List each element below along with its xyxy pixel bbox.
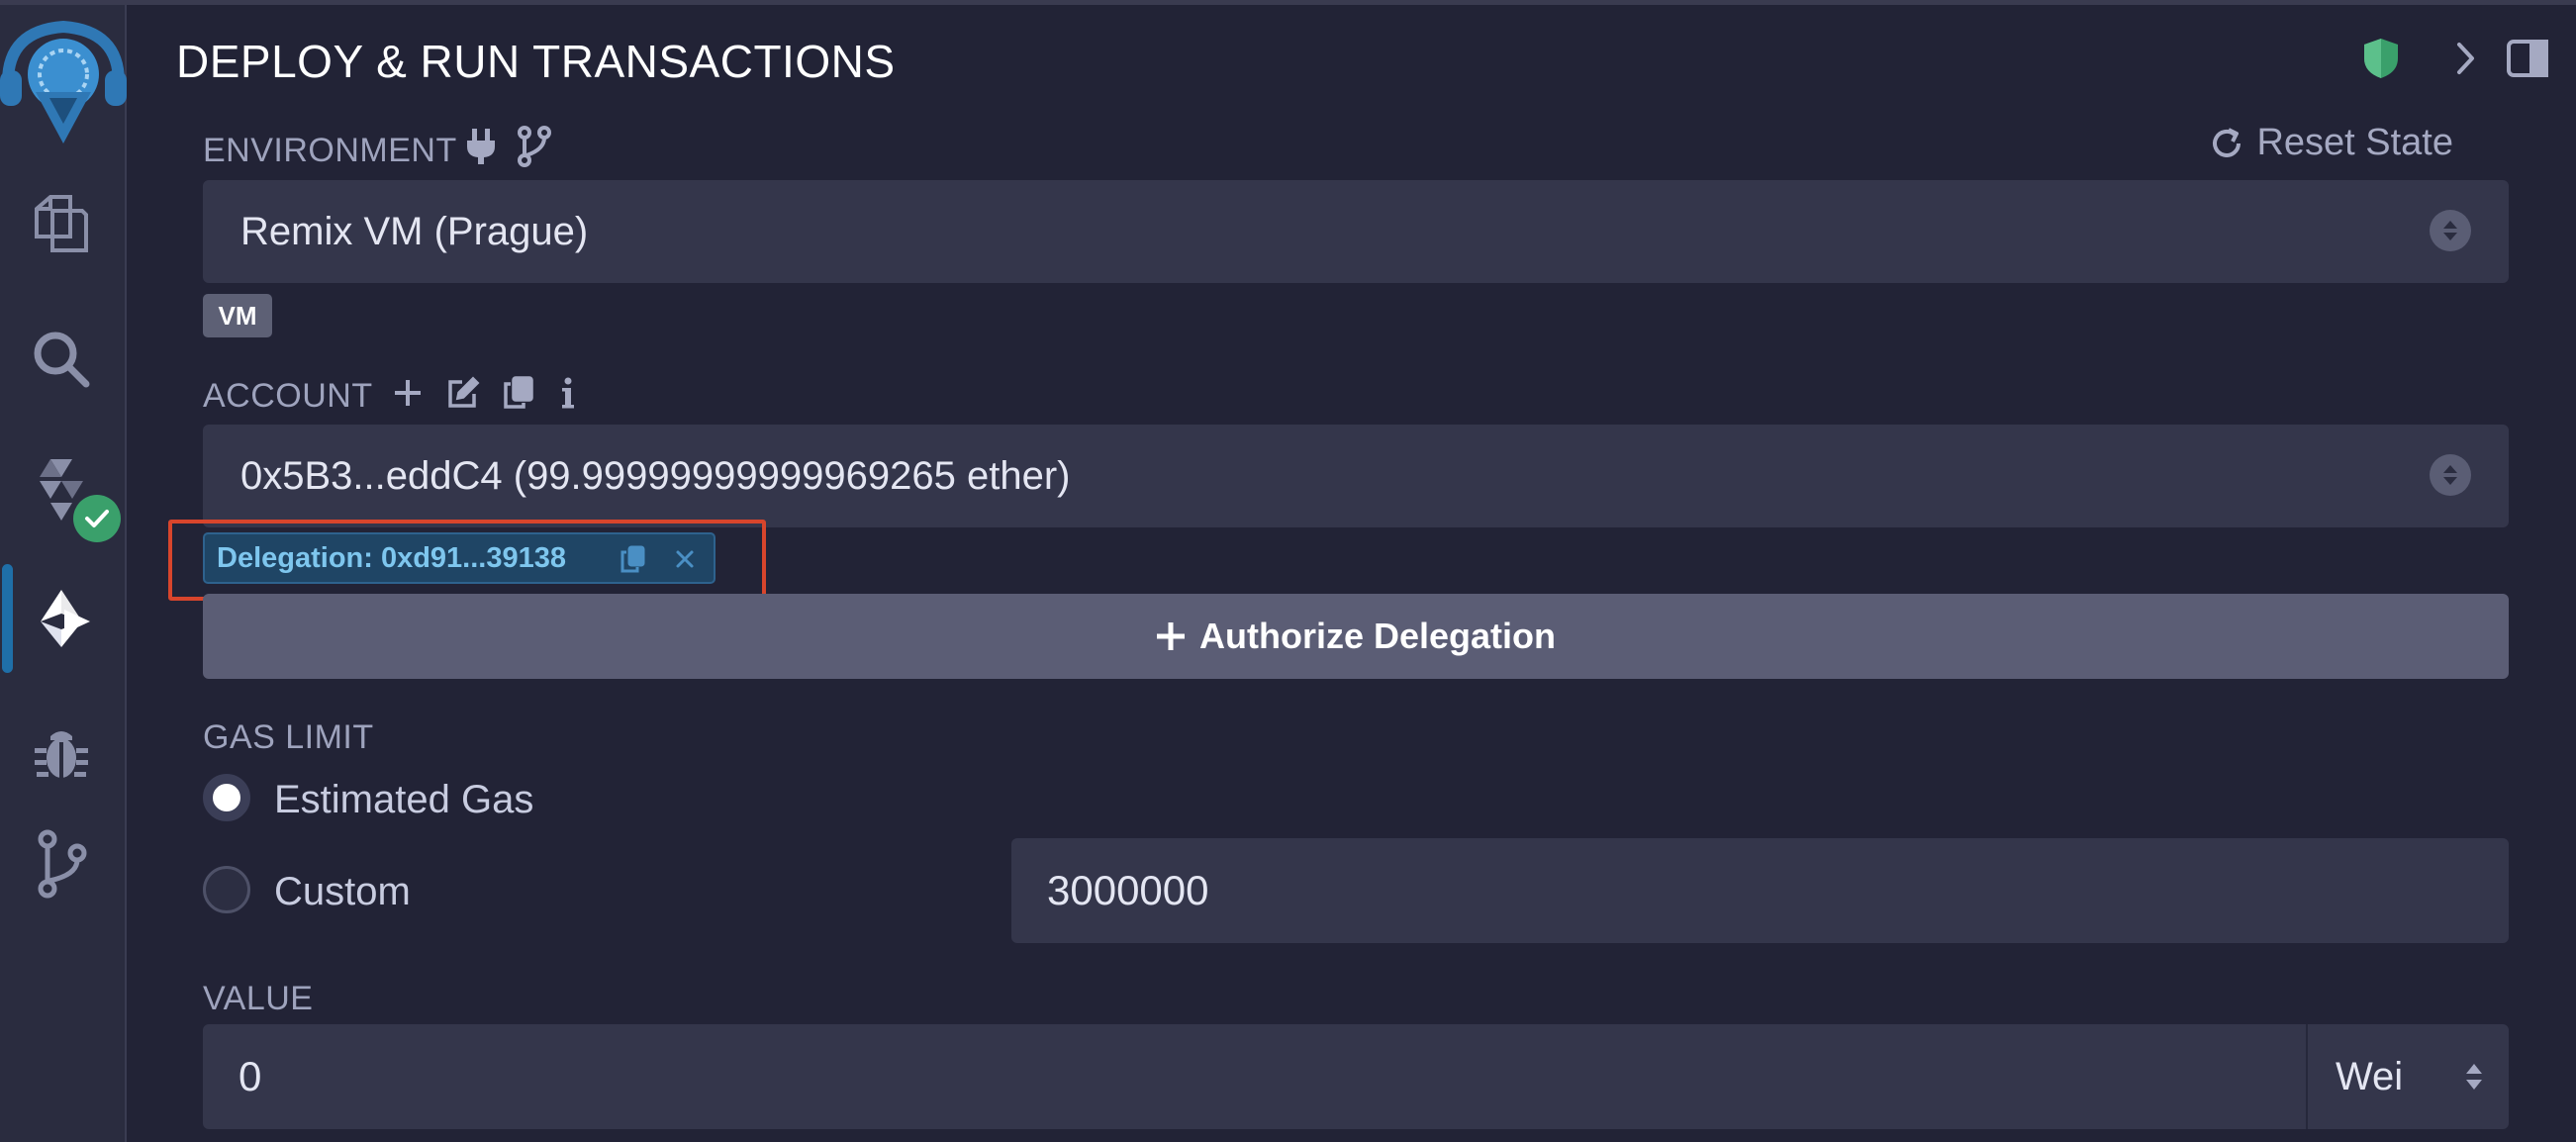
value-label: VALUE	[203, 980, 314, 1017]
shield-check-icon[interactable]	[2357, 35, 2405, 82]
active-plugin-indicator	[2, 564, 13, 673]
file-explorer-icon[interactable]	[24, 186, 99, 261]
select-arrows-icon	[2430, 454, 2471, 496]
debugger-icon[interactable]	[24, 715, 99, 791]
chevron-right-icon[interactable]	[2441, 35, 2489, 82]
reset-icon	[2213, 127, 2242, 157]
value-amount: 0	[239, 1053, 262, 1099]
select-arrows-icon	[2430, 210, 2471, 251]
fork-icon[interactable]	[513, 125, 556, 168]
remix-logo-icon[interactable]	[0, 13, 127, 151]
toggle-panel-icon[interactable]	[2504, 35, 2551, 82]
git-icon[interactable]	[24, 826, 99, 902]
gas-limit-label: GAS LIMIT	[203, 718, 374, 756]
custom-gas-value: 3000000	[1047, 867, 1209, 913]
reset-state-button[interactable]: Reset State	[2209, 122, 2453, 164]
delegation-badge: Delegation: 0xd91...39138	[203, 532, 716, 584]
account-label: ACCOUNT	[203, 377, 373, 415]
add-account-icon[interactable]	[386, 371, 429, 415]
search-icon[interactable]	[24, 322, 99, 397]
vm-badge: VM	[203, 294, 272, 337]
authorize-delegation-label: Authorize Delegation	[1198, 616, 1557, 656]
info-icon[interactable]	[546, 371, 590, 415]
environment-label: ENVIRONMENT	[203, 132, 457, 169]
authorize-delegation-button[interactable]: Authorize Delegation	[203, 594, 2509, 679]
custom-gas-label[interactable]: Custom	[274, 870, 411, 914]
environment-select[interactable]: Remix VM (Prague)	[203, 180, 2509, 283]
environment-value: Remix VM (Prague)	[240, 209, 589, 253]
plug-icon[interactable]	[459, 125, 503, 168]
compile-success-badge	[73, 495, 121, 542]
account-select[interactable]: 0x5B3...eddC4 (99.99999999999969265 ethe…	[203, 425, 2509, 527]
deploy-run-icon[interactable]	[24, 581, 99, 656]
remove-delegation-icon[interactable]	[670, 544, 700, 574]
deploy-run-panel: DEPLOY & RUN TRANSACTIONS ENVIRONMENT Re…	[129, 5, 2576, 1142]
reset-state-label: Reset State	[2256, 122, 2453, 163]
value-input[interactable]: 0	[203, 1024, 2306, 1129]
custom-gas-input[interactable]: 3000000	[1011, 838, 2509, 943]
unit-arrows-icon	[2466, 1064, 2482, 1090]
icon-sidebar	[0, 5, 127, 1142]
panel-title: DEPLOY & RUN TRANSACTIONS	[176, 36, 896, 87]
value-unit: Wei	[2336, 1054, 2404, 1098]
value-unit-select[interactable]: Wei	[2306, 1024, 2509, 1129]
delegation-text: Delegation: 0xd91...39138	[217, 541, 566, 574]
plus-icon	[1156, 622, 1185, 650]
estimated-gas-label[interactable]: Estimated Gas	[274, 778, 533, 822]
custom-gas-radio[interactable]	[203, 866, 250, 913]
copy-icon[interactable]	[497, 371, 540, 415]
edit-icon[interactable]	[441, 371, 485, 415]
account-value: 0x5B3...eddC4 (99.99999999999969265 ethe…	[240, 453, 1071, 498]
estimated-gas-radio[interactable]	[203, 774, 250, 821]
copy-delegation-icon[interactable]	[619, 544, 648, 574]
